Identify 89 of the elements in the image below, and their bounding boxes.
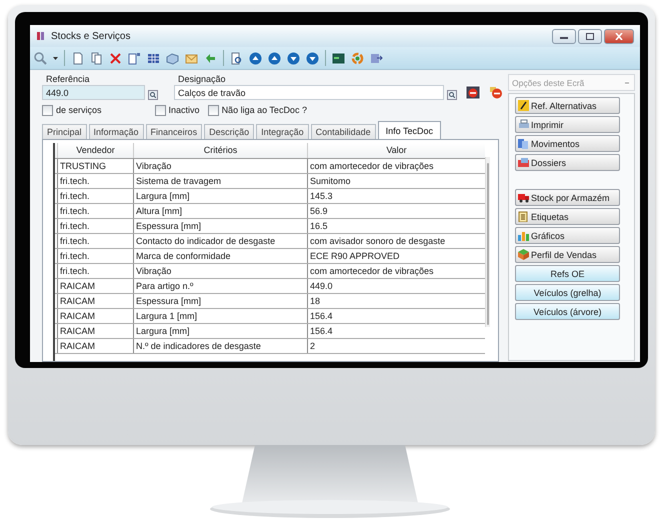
box-icon[interactable] [166,52,179,64]
grid-icon[interactable] [147,52,160,64]
side-button[interactable]: Ref. Alternativas [515,97,620,114]
table-cell: Contacto do indicador de desgaste [133,234,307,248]
side-button[interactable]: Dossiers [515,154,620,171]
cube-icon [518,249,529,260]
terminal-icon[interactable] [332,52,345,64]
app-icon [36,31,46,41]
refresh-icon[interactable] [351,52,364,64]
side-button[interactable]: Imprimir [515,116,620,133]
tab[interactable]: Descrição [204,124,254,139]
lookup-button[interactable] [148,90,158,100]
previous-record-icon[interactable] [268,52,281,64]
table-cell: Marca de conformidade [133,249,307,263]
table-cell: fri.tech. [57,219,133,233]
side-button[interactable]: Perfil de Vendas [515,246,620,263]
labels-icon [518,211,529,222]
table-cell: fri.tech. [57,189,133,203]
side-button[interactable]: Gráficos [515,227,620,244]
close-icon [615,32,623,40]
copy-icon[interactable] [90,52,103,64]
document-icon[interactable] [71,52,84,64]
checkbox[interactable]: de serviços [42,104,102,116]
table-cell: RAICAM [57,294,133,308]
last-record-icon[interactable] [306,52,319,64]
tab[interactable]: Financeiros [146,124,202,139]
export-icon[interactable] [370,52,383,64]
truck-icon [518,192,529,203]
block-icon[interactable] [466,86,480,99]
printer-icon [518,119,529,130]
column-header[interactable]: Vendedor [57,143,133,158]
table-cell: Vibração [133,264,307,278]
table-cell: RAICAM [57,339,133,353]
tab[interactable]: Principal [42,124,87,139]
table-cell: Espessura [mm] [133,219,307,233]
table-cell: fri.tech. [57,204,133,218]
tab[interactable]: Contabilidade [310,124,376,139]
table-cell: Largura [mm] [133,189,307,203]
side-button[interactable]: Refs OE [515,265,620,282]
side-button[interactable]: Etiquetas [515,208,620,225]
remove-icon[interactable] [489,86,503,99]
tag-icon [518,100,529,111]
search-icon[interactable] [34,52,47,64]
table-cell: Espessura [mm] [133,294,307,308]
lookup-button[interactable] [447,90,457,100]
tab[interactable]: Integração [256,124,309,139]
side-button[interactable]: Veículos (grelha) [515,284,620,301]
folder-icon [518,157,529,168]
window-title: Stocks e Serviços [51,30,130,42]
table-cell: 2 [307,339,485,353]
maximize-icon [586,32,594,40]
table-cell: RAICAM [57,309,133,323]
side-button[interactable]: Veículos (árvore) [515,303,620,320]
preview-icon[interactable] [230,52,243,64]
column-header[interactable]: Critérios [133,143,307,158]
table-cell: Para artigo n.º [133,279,307,293]
side-button[interactable]: Movimentos [515,135,620,152]
table-cell: fri.tech. [57,264,133,278]
tab[interactable]: Informação [88,124,144,139]
first-record-icon[interactable] [249,52,262,64]
minimize-button[interactable] [552,28,576,44]
next-record-icon[interactable] [287,52,300,64]
table-cell: RAICAM [57,279,133,293]
bar-chart-icon [518,230,529,241]
scrollbar[interactable] [485,157,490,327]
table-cell: Vibração [133,159,307,173]
checkbox[interactable]: Não liga ao TecDoc ? [208,104,307,116]
form-icon[interactable] [128,52,141,64]
table-cell: RAICAM [57,324,133,338]
designation-field[interactable]: Calços de travão [174,85,444,100]
table-cell: fri.tech. [57,174,133,188]
reference-label: Referência [45,74,91,84]
table-cell: Largura 1 [mm] [133,309,307,323]
tab[interactable]: Info TecDoc [378,121,442,139]
maximize-button[interactable] [578,28,602,44]
delete-icon[interactable] [109,52,122,64]
designation-label: Designação [177,74,227,84]
checkbox[interactable]: Inactivo [154,104,200,116]
table-cell: Largura [mm] [133,324,307,338]
reference-field[interactable]: 449.0 [42,85,145,100]
table-cell: N.º de indicadores de desgaste [133,339,307,353]
table-cell: fri.tech. [57,249,133,263]
close-button[interactable] [604,28,634,44]
table-cell: Sistema de travagem [133,174,307,188]
pages-icon [518,138,529,149]
table-cell: TRUSTING [57,159,133,173]
table-cell: fri.tech. [57,234,133,248]
table-cell: Altura [mm] [133,204,307,218]
side-button[interactable]: Stock por Armazém [515,189,620,206]
